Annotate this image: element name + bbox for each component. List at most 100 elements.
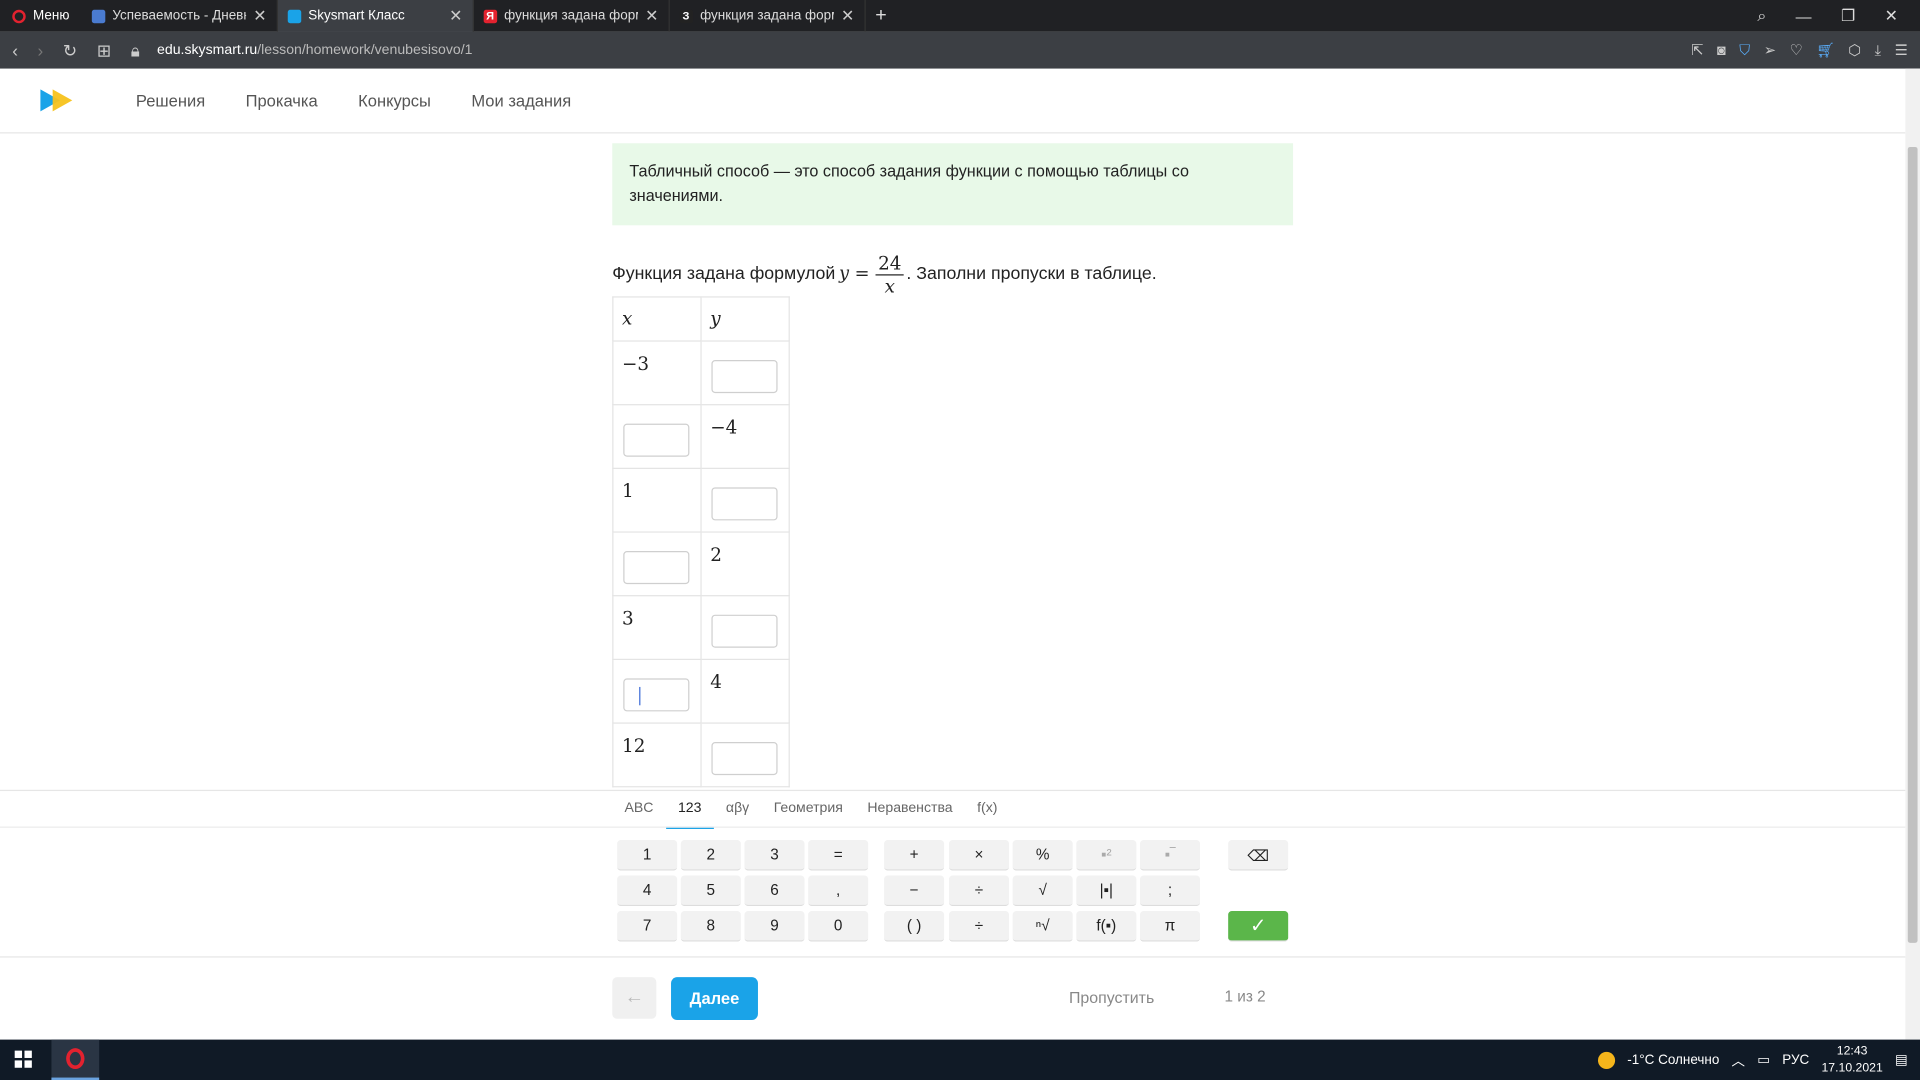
- windows-start-icon[interactable]: [14, 1050, 32, 1068]
- key-1[interactable]: 1: [617, 840, 678, 871]
- key-fraction[interactable]: ÷: [948, 911, 1009, 942]
- camera-icon[interactable]: ◙: [1717, 42, 1726, 59]
- heart-icon[interactable]: ♡: [1790, 42, 1803, 59]
- square-icon: ▪²: [1101, 846, 1112, 864]
- answer-input[interactable]: [623, 551, 690, 585]
- key-nth-root[interactable]: ⁿ√: [1012, 911, 1073, 942]
- checkmark-icon: ✓: [1249, 915, 1267, 937]
- answer-input[interactable]: [711, 487, 778, 521]
- minimize-icon[interactable]: —: [1796, 7, 1812, 25]
- header-y: y: [700, 296, 790, 342]
- key-4[interactable]: 4: [617, 875, 678, 907]
- key-0[interactable]: 0: [808, 911, 869, 942]
- close-tab-icon[interactable]: ✕: [449, 6, 462, 26]
- tab-greek[interactable]: αβγ: [714, 791, 762, 828]
- url-path: /lesson/homework/venubesisovo/1: [257, 42, 473, 58]
- key-8[interactable]: 8: [680, 911, 741, 942]
- close-tab-icon[interactable]: ✕: [645, 6, 658, 26]
- key-overline[interactable]: ▪‾: [1140, 840, 1201, 871]
- weather-text[interactable]: -1°C Солнечно: [1627, 1052, 1719, 1067]
- opera-taskbar-icon[interactable]: [51, 1039, 100, 1080]
- key-pi[interactable]: π: [1140, 911, 1201, 942]
- table-row: −4: [612, 404, 790, 469]
- answer-input[interactable]: [711, 614, 778, 648]
- backspace-icon: ⌫: [1247, 846, 1270, 864]
- download-icon[interactable]: ⤓: [1875, 41, 1882, 59]
- key-percent[interactable]: %: [1012, 840, 1073, 871]
- tab-grid-icon[interactable]: ⊞: [97, 40, 111, 61]
- search-tabs-icon[interactable]: ⌕: [1757, 6, 1766, 26]
- sidebar-menu-icon[interactable]: ☰: [1895, 42, 1908, 59]
- clock[interactable]: 12:43 17.10.2021: [1821, 1043, 1882, 1077]
- key-minus[interactable]: −: [884, 875, 945, 907]
- tab-functions[interactable]: f(x): [965, 791, 1010, 828]
- formula-numerator: 24: [875, 252, 904, 275]
- next-button[interactable]: Далее: [671, 977, 758, 1021]
- keyboard-tabs: ABC 123 αβγ Геометрия Неравенства f(x): [612, 791, 1010, 829]
- key-3[interactable]: 3: [744, 840, 805, 871]
- key-6[interactable]: 6: [744, 875, 805, 907]
- browser-tab[interactable]: Я функция задана формулой у ✕: [474, 0, 670, 32]
- new-tab-icon[interactable]: +: [865, 5, 896, 27]
- nav-training[interactable]: Прокачка: [246, 91, 318, 109]
- key-submit[interactable]: ✓: [1228, 911, 1289, 942]
- key-5[interactable]: 5: [680, 875, 741, 907]
- tab-123[interactable]: 123: [665, 791, 714, 829]
- answer-input[interactable]: [623, 423, 690, 457]
- key-parentheses[interactable]: ( ): [884, 911, 945, 942]
- skip-button[interactable]: Пропустить: [1069, 988, 1154, 1006]
- tab-abc[interactable]: ABC: [612, 791, 665, 828]
- reload-icon[interactable]: ↻: [63, 40, 77, 61]
- send-icon[interactable]: ➢: [1764, 42, 1776, 59]
- answer-input[interactable]: [711, 742, 778, 776]
- network-icon[interactable]: ▭: [1757, 1052, 1770, 1068]
- nav-contests[interactable]: Конкурсы: [358, 91, 431, 109]
- forward-icon[interactable]: ›: [38, 40, 44, 60]
- answer-input[interactable]: [711, 360, 778, 394]
- cart-icon[interactable]: 🛒︎: [1816, 42, 1835, 59]
- close-tab-icon[interactable]: ✕: [841, 6, 854, 26]
- nav-my-tasks[interactable]: Мои задания: [471, 91, 571, 109]
- key-7[interactable]: 7: [617, 911, 678, 942]
- nav-solutions[interactable]: Решения: [136, 91, 205, 109]
- table-row: 1: [612, 467, 790, 533]
- browser-tab-active[interactable]: Skysmart Класс ✕: [277, 0, 474, 32]
- page-scrollbar[interactable]: [1905, 68, 1920, 1040]
- values-table: x y −3 −4 1 2 3 4 12: [612, 296, 790, 788]
- language-indicator[interactable]: РУС: [1782, 1052, 1809, 1067]
- browser-tab[interactable]: З функция задана формуло ✕: [669, 0, 866, 32]
- key-9[interactable]: 9: [744, 911, 805, 942]
- previous-button[interactable]: ←: [612, 977, 657, 1019]
- key-divide[interactable]: ÷: [948, 875, 1009, 907]
- back-icon[interactable]: ‹: [12, 40, 18, 60]
- key-square[interactable]: ▪²: [1076, 840, 1137, 871]
- scrollbar-thumb[interactable]: [1907, 146, 1918, 943]
- browser-tab[interactable]: Успеваемость - Дневник.р ✕: [82, 0, 278, 32]
- key-plus[interactable]: +: [884, 840, 945, 871]
- share-icon[interactable]: ⇱: [1691, 42, 1703, 59]
- key-abs[interactable]: |▪|: [1076, 875, 1137, 907]
- close-tab-icon[interactable]: ✕: [253, 6, 266, 26]
- key-semicolon[interactable]: ;: [1140, 875, 1201, 907]
- shield-icon[interactable]: ⛉: [1739, 41, 1750, 59]
- url-field[interactable]: edu.skysmart.ru/lesson/homework/venubesi…: [157, 43, 472, 58]
- key-2[interactable]: 2: [680, 840, 741, 871]
- skysmart-logo[interactable]: [40, 87, 77, 114]
- key-comma[interactable]: ,: [808, 875, 869, 907]
- opera-menu-button[interactable]: Меню: [0, 0, 82, 32]
- task-statement: Функция задана формулой y = 24 x . Запол…: [612, 247, 1156, 301]
- tab-geometry[interactable]: Геометрия: [761, 791, 855, 828]
- notifications-icon[interactable]: ▤: [1895, 1052, 1908, 1068]
- close-window-icon[interactable]: ✕: [1885, 6, 1898, 26]
- key-times[interactable]: ×: [948, 840, 1009, 871]
- key-function[interactable]: f(▪): [1076, 911, 1137, 942]
- key-sqrt[interactable]: √: [1012, 875, 1073, 907]
- answer-input-focused[interactable]: [623, 678, 690, 712]
- cube-icon[interactable]: ⬡: [1848, 42, 1861, 59]
- chevron-up-icon[interactable]: ︿: [1732, 1050, 1745, 1070]
- key-equals[interactable]: =: [808, 840, 869, 871]
- y-cell: [700, 467, 790, 533]
- restore-icon[interactable]: ❐: [1841, 6, 1855, 26]
- tab-inequalities[interactable]: Неравенства: [855, 791, 965, 828]
- key-backspace[interactable]: ⌫: [1228, 840, 1289, 871]
